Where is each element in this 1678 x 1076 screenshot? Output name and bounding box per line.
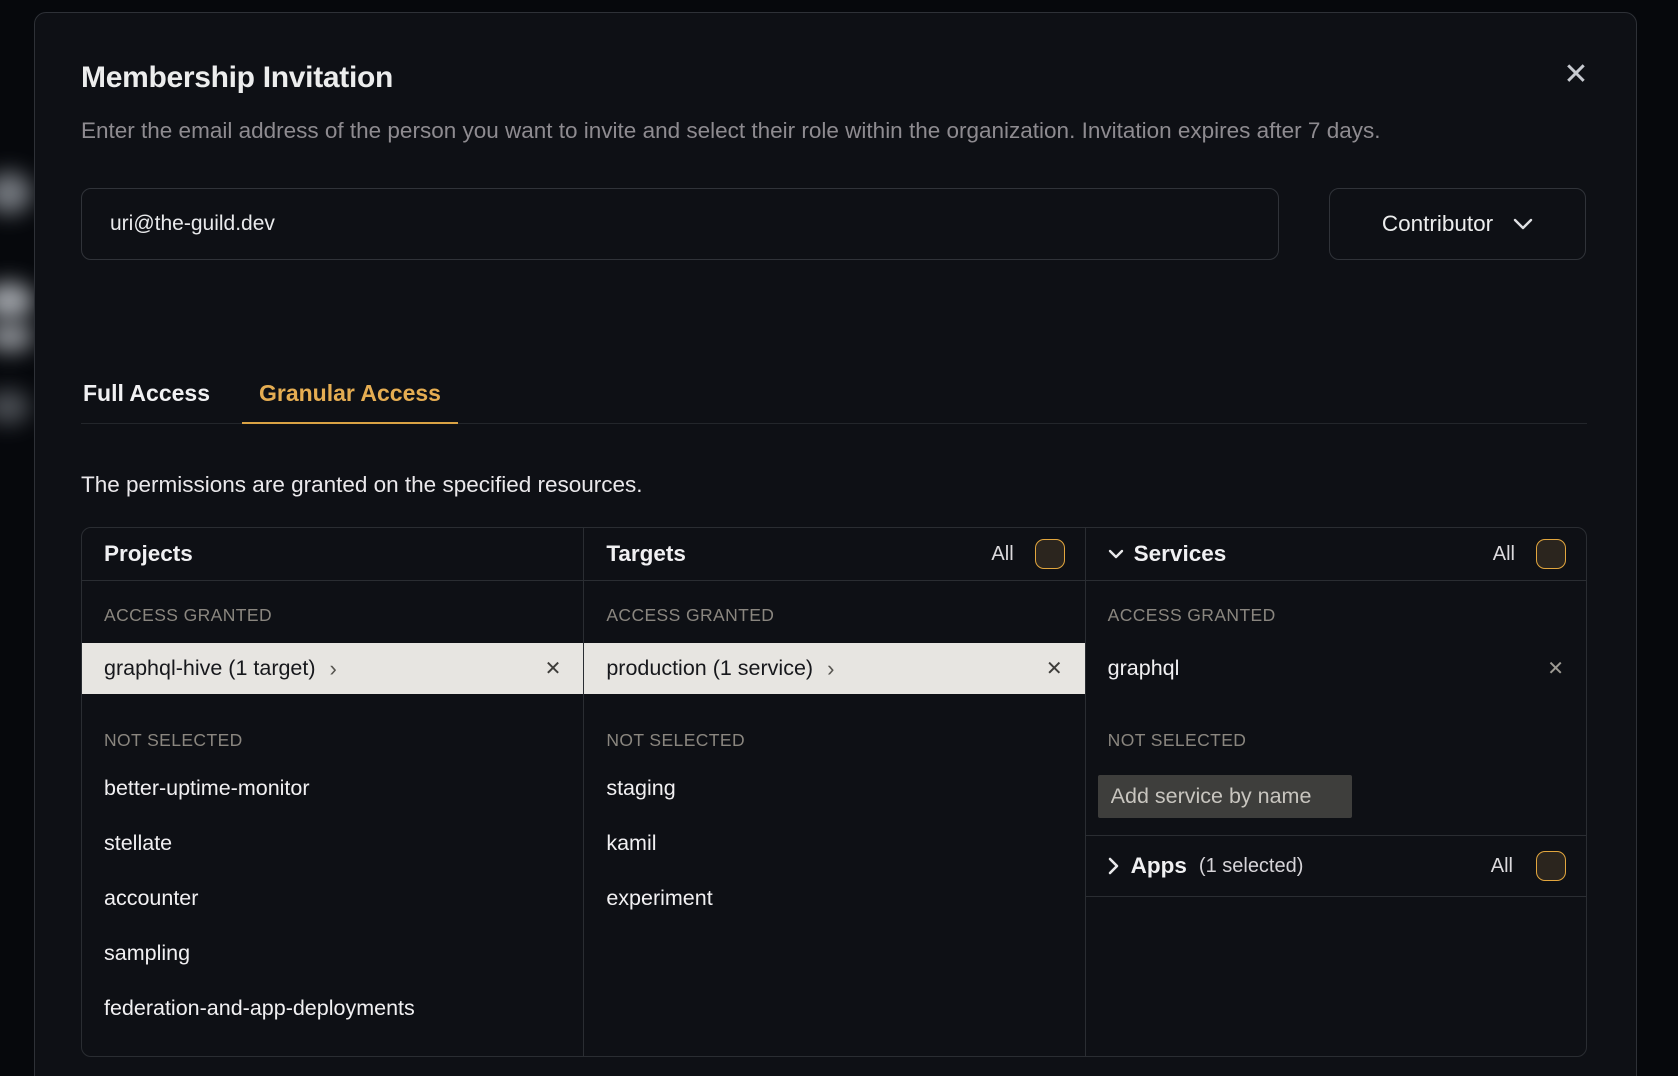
target-item[interactable]: kamil <box>584 816 1084 871</box>
services-access-granted-label: ACCESS GRANTED <box>1108 605 1564 626</box>
targets-list: staging kamil experiment <box>584 761 1084 926</box>
permissions-note: The permissions are granted on the speci… <box>81 472 1590 498</box>
chevron-right-icon: › <box>827 656 834 682</box>
tab-granular-access[interactable]: Granular Access <box>242 380 458 424</box>
invite-row: Contributor <box>81 188 1590 260</box>
projects-column-title: Projects <box>104 541 193 567</box>
project-item[interactable]: sampling <box>82 926 583 981</box>
project-selected-row[interactable]: graphql-hive (1 target) › ✕ <box>82 643 583 694</box>
targets-all-checkbox[interactable] <box>1035 539 1065 569</box>
projects-access-granted-label: ACCESS GRANTED <box>104 605 561 626</box>
project-item[interactable]: better-uptime-monitor <box>82 761 583 816</box>
target-selected-row[interactable]: production (1 service) › ✕ <box>584 643 1084 694</box>
backdrop-blur-artifact <box>0 322 34 352</box>
apps-section-row[interactable]: Apps (1 selected) All <box>1086 835 1586 897</box>
backdrop-blur-artifact <box>0 390 30 424</box>
email-input[interactable] <box>81 188 1279 260</box>
close-button[interactable]: ✕ <box>1558 57 1594 93</box>
project-item[interactable]: stellate <box>82 816 583 871</box>
project-selected-name: graphql-hive (1 target) <box>104 656 316 681</box>
services-all-label: All <box>1493 543 1515 566</box>
chevron-down-icon <box>1513 218 1533 230</box>
apps-all-checkbox[interactable] <box>1536 851 1566 881</box>
targets-all-label: All <box>991 543 1013 566</box>
dialog-title: Membership Invitation <box>81 61 1590 95</box>
project-item[interactable]: accounter <box>82 871 583 926</box>
target-item[interactable]: experiment <box>584 871 1084 926</box>
service-granted-row: graphql ✕ <box>1086 643 1586 694</box>
backdrop-blur-artifact <box>0 282 34 320</box>
remove-target-button[interactable]: ✕ <box>1046 656 1063 681</box>
services-column: Services All ACCESS GRANTED graphql ✕ NO… <box>1085 528 1586 1056</box>
dialog-description: Enter the email address of the person yo… <box>81 111 1493 150</box>
remove-service-button[interactable]: ✕ <box>1547 656 1564 681</box>
role-select[interactable]: Contributor <box>1329 188 1586 260</box>
services-all-checkbox[interactable] <box>1536 539 1566 569</box>
targets-not-selected-label: NOT SELECTED <box>606 730 1062 751</box>
close-icon: ✕ <box>1563 58 1588 91</box>
projects-header: Projects <box>82 528 583 581</box>
backdrop-blur-artifact <box>0 172 32 214</box>
membership-invitation-dialog: ✕ Membership Invitation Enter the email … <box>34 12 1637 1076</box>
chevron-right-icon <box>1108 857 1119 875</box>
targets-column-title: Targets <box>606 541 686 567</box>
add-service-input[interactable] <box>1098 775 1352 818</box>
apps-all-label: All <box>1491 855 1513 878</box>
projects-not-selected-label: NOT SELECTED <box>104 730 561 751</box>
remove-icon: ✕ <box>1547 658 1564 680</box>
target-selected-name: production (1 service) <box>606 656 813 681</box>
role-select-value: Contributor <box>1382 211 1493 237</box>
services-not-selected-label: NOT SELECTED <box>1108 730 1564 751</box>
projects-column: Projects ACCESS GRANTED graphql-hive (1 … <box>82 528 583 1056</box>
remove-icon: ✕ <box>1046 658 1063 680</box>
tab-full-access[interactable]: Full Access <box>81 380 212 424</box>
chevron-right-icon: › <box>330 656 337 682</box>
apps-selected-count: (1 selected) <box>1199 855 1304 878</box>
targets-access-granted-label: ACCESS GRANTED <box>606 605 1062 626</box>
target-item[interactable]: staging <box>584 761 1084 816</box>
services-column-title: Services <box>1134 541 1227 567</box>
project-item[interactable]: federation-and-app-deployments <box>82 981 583 1036</box>
chevron-down-icon <box>1108 549 1124 559</box>
access-tabs: Full Access Granular Access <box>81 380 1587 424</box>
apps-title: Apps <box>1131 853 1187 879</box>
targets-column: Targets All ACCESS GRANTED production (1… <box>583 528 1084 1056</box>
remove-icon: ✕ <box>545 658 562 680</box>
remove-project-button[interactable]: ✕ <box>545 656 562 681</box>
projects-list: better-uptime-monitor stellate accounter… <box>82 761 583 1036</box>
services-header[interactable]: Services All <box>1086 528 1586 581</box>
targets-header: Targets All <box>584 528 1084 581</box>
resources-table: Projects ACCESS GRANTED graphql-hive (1 … <box>81 527 1587 1057</box>
service-granted-name: graphql <box>1108 656 1180 681</box>
